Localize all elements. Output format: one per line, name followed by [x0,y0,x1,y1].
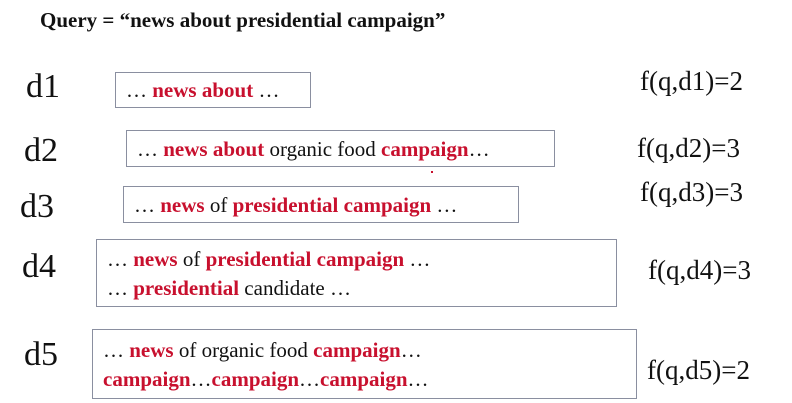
doc-snippet-box-d5: … news of organic food campaign… campaign… [92,329,637,399]
snippet-text: … [134,193,161,217]
snippet-line: … news of organic food campaign… [103,336,626,365]
score-d5: f(q,d5)=2 [647,355,750,385]
matched-term: news [160,193,205,217]
snippet-line: … news of presidential campaign … [134,191,508,220]
snippet-line: … news of presidential campaign … [107,245,606,274]
doc-label-d4: d4 [22,248,56,285]
snippet-text: … [103,338,130,362]
snippet-text: … [404,247,431,271]
doc-snippet-box-d3: … news of presidential campaign … [123,186,519,223]
snippet-line: … news about … [126,76,300,105]
snippet-text: of [177,247,206,271]
snippet-text: organic food [264,137,382,161]
matched-term: presidential campaign [205,247,405,271]
matched-term: campaign [313,338,401,362]
doc-snippet-box-d1: … news about … [115,72,311,108]
snippet-text: … [107,276,134,300]
snippet-line: … news about organic food campaign… [137,135,544,164]
snippet-text: … [400,338,422,362]
score-d2: f(q,d2)=3 [637,133,740,163]
snippet-text: … [190,367,212,391]
doc-snippet-box-d2: … news about organic food campaign… [126,130,555,167]
query-title: Query = “news about presidential campaig… [40,8,446,32]
matched-term: campaign [381,137,469,161]
snippet-line: campaign…campaign…campaign… [103,365,626,394]
matched-term: campaign [320,367,408,391]
snippet-text: … [137,137,164,161]
snippet-text: … [299,367,321,391]
matched-term: campaign [211,367,300,391]
snippet-text: … [407,367,429,391]
doc-snippet-box-d4: … news of presidential campaign …… presi… [96,239,617,307]
doc-label-d2: d2 [24,132,58,169]
score-d1: f(q,d1)=2 [640,66,743,96]
doc-label-d5: d5 [24,336,58,373]
score-d4: f(q,d4)=3 [648,255,751,285]
snippet-text: … [126,78,153,102]
doc-label-d3: d3 [20,188,54,225]
stray-dot [431,171,433,173]
matched-term: presidential campaign [232,193,432,217]
snippet-text: … [107,247,134,271]
matched-term: news about [152,78,254,102]
snippet-text: candidate … [239,276,351,300]
score-d3: f(q,d3)=3 [640,177,743,207]
doc-label-d1: d1 [26,68,60,105]
matched-term: presidential [133,276,240,300]
matched-term: news [129,338,174,362]
snippet-text: of organic food [173,338,314,362]
snippet-text: … [468,137,490,161]
snippet-line: … presidential candidate … [107,274,606,303]
snippet-text: of [204,193,233,217]
matched-term: campaign [103,367,191,391]
snippet-text: … [431,193,458,217]
snippet-text: … [253,78,280,102]
matched-term: news about [163,137,265,161]
matched-term: news [133,247,178,271]
